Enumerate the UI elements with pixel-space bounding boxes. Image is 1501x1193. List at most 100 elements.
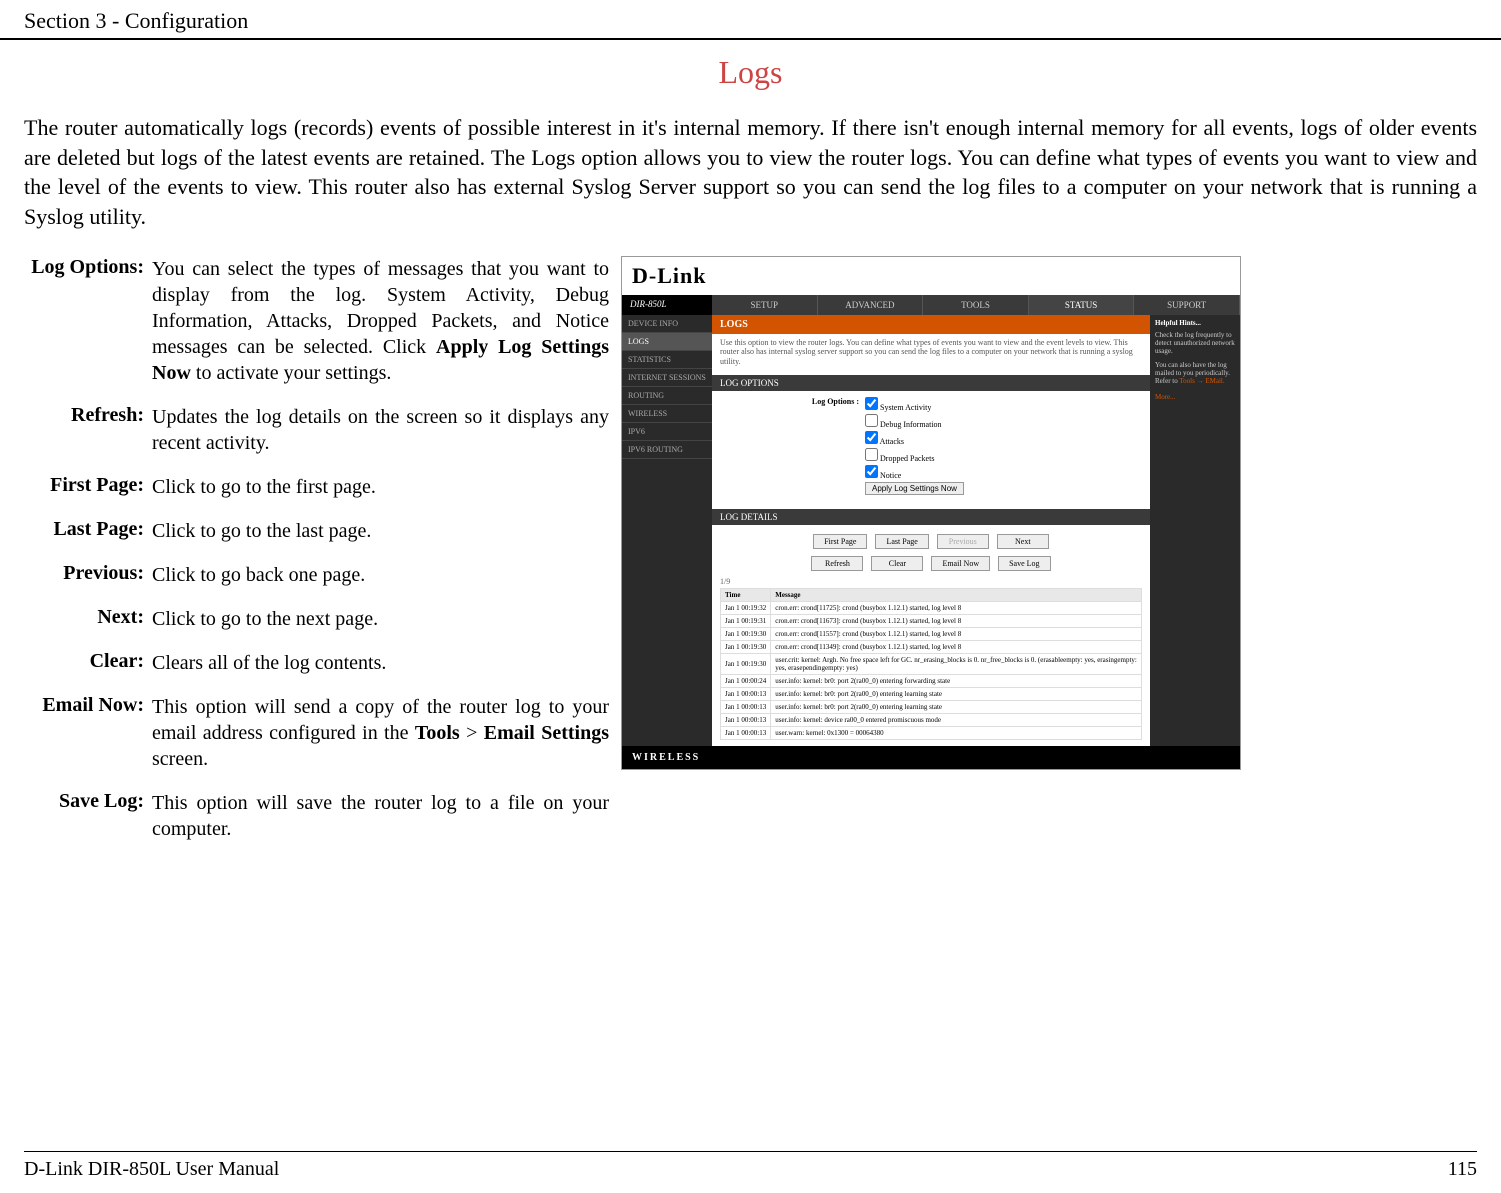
log-details-area: First Page Last Page Previous Next Refre… <box>712 525 1150 746</box>
apply-log-settings-button[interactable]: Apply Log Settings Now <box>865 482 964 495</box>
previous-button[interactable]: Previous <box>937 534 989 549</box>
router-screenshot: D-Link DIR-850L SETUP ADVANCED TOOLS STA… <box>621 256 1241 770</box>
sidebar-item-device-info[interactable]: DEVICE INFO <box>622 315 712 333</box>
def-label: First Page: <box>24 474 152 518</box>
table-row: Jan 1 00:00:13user.info: kernel: br0: po… <box>721 687 1142 700</box>
tab-setup[interactable]: SETUP <box>712 295 818 315</box>
def-desc: Updates the log details on the screen so… <box>152 404 609 474</box>
sidebar-item-wireless[interactable]: WIRELESS <box>622 405 712 423</box>
section-header: Section 3 - Configuration <box>0 0 1501 40</box>
def-desc: You can select the types of messages tha… <box>152 256 609 404</box>
sidebar-item-statistics[interactable]: STATISTICS <box>622 351 712 369</box>
intro-paragraph: The router automatically logs (records) … <box>0 113 1501 232</box>
screenshot-model-bar: DIR-850L SETUP ADVANCED TOOLS STATUS SUP… <box>622 295 1240 315</box>
log-options-label: Log Options : <box>720 397 865 406</box>
next-button[interactable]: Next <box>997 534 1049 549</box>
table-row: Jan 1 00:00:13user.warn: kernel: 0x1300 … <box>721 726 1142 739</box>
def-desc: Click to go back one page. <box>152 562 609 606</box>
screenshot-body: DEVICE INFO LOGS STATISTICS INTERNET SES… <box>622 315 1240 746</box>
def-row: Next: Click to go to the next page. <box>24 606 609 650</box>
refresh-button[interactable]: Refresh <box>811 556 863 571</box>
def-desc: Click to go to the last page. <box>152 518 609 562</box>
page-number: 115 <box>1448 1158 1477 1181</box>
screenshot-sidebar: DEVICE INFO LOGS STATISTICS INTERNET SES… <box>622 315 712 746</box>
sidebar-item-routing[interactable]: ROUTING <box>622 387 712 405</box>
definitions-column: Log Options: You can select the types of… <box>24 256 609 860</box>
table-row: Jan 1 00:00:24user.info: kernel: br0: po… <box>721 674 1142 687</box>
def-row: Previous: Click to go back one page. <box>24 562 609 606</box>
def-label: Next: <box>24 606 152 650</box>
save-log-button[interactable]: Save Log <box>998 556 1050 571</box>
section-title: Section 3 - Configuration <box>24 8 248 33</box>
hints-link[interactable]: Tools → EMail. <box>1179 377 1224 385</box>
checkbox-debug-info[interactable]: Debug Information <box>865 414 1142 429</box>
table-row: Jan 1 00:19:31cron.err: crond[11673]: cr… <box>721 614 1142 627</box>
def-row: Save Log: This option will save the rout… <box>24 790 609 860</box>
tab-tools[interactable]: TOOLS <box>923 295 1029 315</box>
def-desc: Click to go to the next page. <box>152 606 609 650</box>
log-message-cell: cron.err: crond[11349]: crond (busybox 1… <box>771 640 1142 653</box>
hints-paragraph-1: Check the log frequently to detect unaut… <box>1155 331 1235 355</box>
sidebar-item-logs[interactable]: LOGS <box>622 333 712 351</box>
log-message-cell: cron.err: crond[11557]: crond (busybox 1… <box>771 627 1142 640</box>
table-row: Jan 1 00:19:30user.crit: kernel: Argh. N… <box>721 653 1142 674</box>
checkbox-system-activity[interactable]: System Activity <box>865 397 1142 412</box>
hints-paragraph-2: You can also have the log mailed to you … <box>1155 361 1235 385</box>
log-time-cell: Jan 1 00:00:24 <box>721 674 771 687</box>
log-time-cell: Jan 1 00:00:13 <box>721 700 771 713</box>
page-footer: D-Link DIR-850L User Manual 115 <box>24 1151 1477 1181</box>
button-row-1: First Page Last Page Previous Next <box>720 531 1142 549</box>
log-message-cell: cron.err: crond[11673]: crond (busybox 1… <box>771 614 1142 627</box>
checkbox-attacks[interactable]: Attacks <box>865 431 1142 446</box>
tab-support[interactable]: SUPPORT <box>1134 295 1240 315</box>
def-desc: This option will save the router log to … <box>152 790 609 860</box>
screenshot-footer: WIRELESS <box>622 746 1240 769</box>
tab-advanced[interactable]: ADVANCED <box>818 295 924 315</box>
log-message-cell: user.info: kernel: device ra00_0 entered… <box>771 713 1142 726</box>
def-row: Last Page: Click to go to the last page. <box>24 518 609 562</box>
table-row: Jan 1 00:00:13user.info: kernel: br0: po… <box>721 700 1142 713</box>
log-options-area: Log Options : System Activity Debug Info… <box>712 391 1150 509</box>
button-row-2: Refresh Clear Email Now Save Log <box>720 553 1142 571</box>
last-page-button[interactable]: Last Page <box>875 534 928 549</box>
log-time-cell: Jan 1 00:00:13 <box>721 687 771 700</box>
manual-title: D-Link DIR-850L User Manual <box>24 1158 279 1181</box>
def-label: Refresh: <box>24 404 152 474</box>
email-now-button[interactable]: Email Now <box>931 556 990 571</box>
tab-status[interactable]: STATUS <box>1029 295 1135 315</box>
log-options-header: LOG OPTIONS <box>712 375 1150 391</box>
hints-more-link[interactable]: More... <box>1155 393 1235 401</box>
def-label: Email Now: <box>24 694 152 790</box>
log-time-cell: Jan 1 00:00:13 <box>721 726 771 739</box>
def-desc: Clears all of the log contents. <box>152 650 609 694</box>
sidebar-item-ipv6[interactable]: IPV6 <box>622 423 712 441</box>
def-row: Clear: Clears all of the log contents. <box>24 650 609 694</box>
helpful-hints: Helpful Hints... Check the log frequentl… <box>1150 315 1240 746</box>
log-time-cell: Jan 1 00:19:32 <box>721 601 771 614</box>
table-header-message: Message <box>771 588 1142 601</box>
table-row: Jan 1 00:19:32cron.err: crond[11725]: cr… <box>721 601 1142 614</box>
main-tabs: SETUP ADVANCED TOOLS STATUS SUPPORT <box>712 295 1240 315</box>
sidebar-item-ipv6-routing[interactable]: IPV6 ROUTING <box>622 441 712 459</box>
first-page-button[interactable]: First Page <box>813 534 867 549</box>
checkbox-notice[interactable]: Notice <box>865 465 1142 480</box>
def-label: Log Options: <box>24 256 152 404</box>
def-row: Email Now: This option will send a copy … <box>24 694 609 790</box>
sidebar-item-internet-sessions[interactable]: INTERNET SESSIONS <box>622 369 712 387</box>
table-header-time: Time <box>721 588 771 601</box>
def-label: Last Page: <box>24 518 152 562</box>
content-area: Log Options: You can select the types of… <box>0 256 1501 860</box>
log-time-cell: Jan 1 00:19:30 <box>721 627 771 640</box>
clear-button[interactable]: Clear <box>871 556 923 571</box>
log-options-list: System Activity Debug Information Attack… <box>865 397 1142 495</box>
checkbox-dropped-packets[interactable]: Dropped Packets <box>865 448 1142 463</box>
log-message-cell: user.crit: kernel: Argh. No free space l… <box>771 653 1142 674</box>
table-row: Jan 1 00:19:30cron.err: crond[11557]: cr… <box>721 627 1142 640</box>
dlink-logo: D-Link <box>632 263 706 288</box>
log-message-cell: user.info: kernel: br0: port 2(ra00_0) e… <box>771 687 1142 700</box>
log-message-cell: user.info: kernel: br0: port 2(ra00_0) e… <box>771 674 1142 687</box>
log-message-cell: user.warn: kernel: 0x1300 = 00064380 <box>771 726 1142 739</box>
logs-desc: Use this option to view the router logs.… <box>712 334 1150 375</box>
log-table: Time Message Jan 1 00:19:32cron.err: cro… <box>720 588 1142 740</box>
page-title: Logs <box>0 54 1501 91</box>
